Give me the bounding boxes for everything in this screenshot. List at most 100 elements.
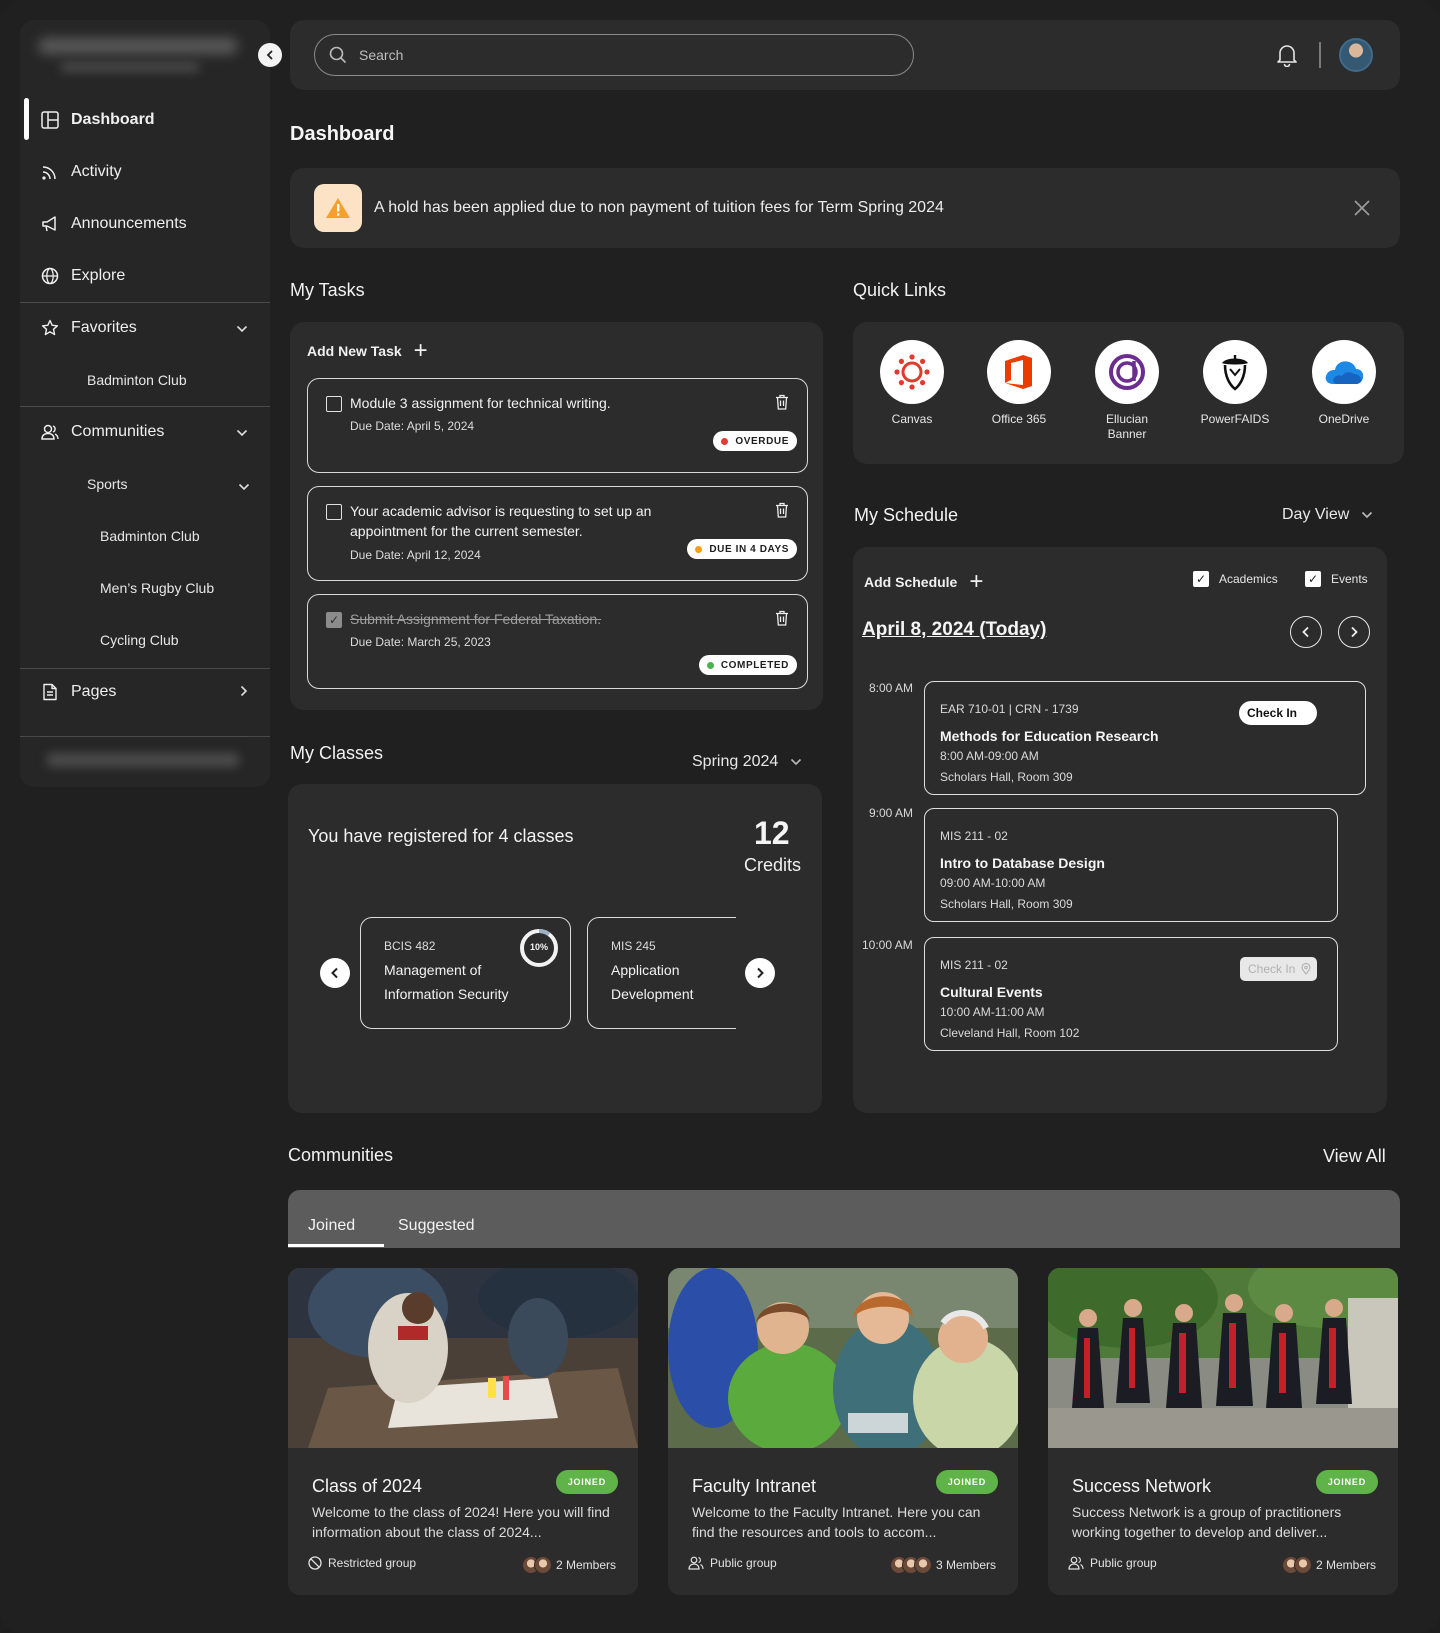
communities-group-sports[interactable]: Sports: [87, 476, 127, 492]
nav-label: Explore: [71, 267, 126, 284]
plus-icon: +: [413, 337, 428, 364]
alert-message: A hold has been applied due to non payme…: [374, 199, 944, 216]
nav-label: Favorites: [71, 319, 137, 336]
community-mens-rugby-club[interactable]: Men’s Rugby Club: [100, 580, 214, 596]
tasks-title: My Tasks: [290, 280, 365, 300]
nav-communities[interactable]: Communities: [20, 410, 270, 454]
check-in-button-disabled: Check In: [1240, 957, 1317, 981]
community-card[interactable]: Success Network JOINED Success Network i…: [1048, 1268, 1398, 1595]
close-alert-icon[interactable]: [1353, 197, 1371, 223]
trash-icon[interactable]: [775, 502, 789, 518]
community-description: Success Network is a group of practition…: [1072, 1504, 1342, 1540]
joined-badge: JOINED: [935, 1470, 998, 1494]
brand-logo: [38, 38, 238, 54]
trash-icon[interactable]: [775, 610, 789, 626]
class-card[interactable]: BCIS 482 Management of Information Secur…: [360, 917, 571, 1029]
quick-link-powerfaids[interactable]: PowerFAIDS: [1195, 340, 1275, 427]
member-avatars: [889, 1556, 932, 1574]
favorite-badminton-club[interactable]: Badminton Club: [87, 372, 187, 388]
user-avatar[interactable]: [1339, 38, 1373, 72]
community-card[interactable]: Faculty Intranet JOINED Welcome to the F…: [668, 1268, 1018, 1595]
schedule-event[interactable]: MIS 211 - 02 Cultural Events 10:00 AM-11…: [924, 937, 1338, 1051]
quick-link-canvas[interactable]: Canvas: [872, 340, 952, 427]
tab-suggested[interactable]: Suggested: [398, 1217, 475, 1235]
schedule-view-dropdown[interactable]: Day View: [1282, 506, 1373, 524]
avatar: [533, 1556, 552, 1574]
term-dropdown[interactable]: Spring 2024: [692, 753, 802, 771]
classes-next-button[interactable]: [745, 958, 775, 988]
notification-bell-icon[interactable]: [1276, 43, 1298, 72]
joined-badge: JOINED: [1315, 1470, 1378, 1494]
nav-dashboard[interactable]: Dashboard: [20, 98, 270, 142]
view-all-link[interactable]: View All: [1323, 1146, 1386, 1167]
add-task-button[interactable]: Add New Task +: [307, 339, 428, 363]
members-label: 2 Members: [1315, 1558, 1376, 1572]
task-checkbox[interactable]: [326, 396, 342, 412]
nav-label: Activity: [71, 163, 122, 180]
class-name: Management of Information Security: [384, 962, 509, 1002]
prev-day-button[interactable]: [1290, 616, 1322, 648]
chevron-down-icon[interactable]: [238, 478, 250, 496]
time-label: 10:00 AM: [862, 938, 913, 952]
progress-label: 10%: [529, 942, 548, 952]
chevron-right-icon: [1351, 626, 1358, 638]
globe-icon: [40, 266, 60, 286]
trash-icon[interactable]: [775, 394, 789, 410]
quick-link-onedrive[interactable]: OneDrive: [1304, 340, 1384, 427]
community-image: [288, 1268, 638, 1448]
chevron-down-icon: [1361, 508, 1373, 522]
filter-label: Events: [1331, 572, 1368, 586]
member-count: 2 Members: [521, 1556, 616, 1574]
divider: [20, 406, 270, 407]
nav-pages[interactable]: Pages: [20, 670, 270, 714]
member-count: 3 Members: [889, 1556, 996, 1574]
restricted-icon: [308, 1556, 322, 1570]
warning-icon: [314, 184, 362, 232]
filter-academics[interactable]: ✓ Academics: [1193, 571, 1278, 587]
event-time: 8:00 AM-09:00 AM: [940, 749, 1039, 763]
chevron-left-icon: [266, 50, 273, 60]
chevron-down-icon: [236, 320, 248, 336]
schedule-date[interactable]: April 8, 2024 (Today): [862, 619, 1046, 641]
group-type: Public group: [688, 1556, 777, 1570]
filter-events[interactable]: ✓ Events: [1305, 571, 1368, 587]
nav-explore[interactable]: Explore: [20, 254, 270, 298]
nav-announcements[interactable]: Announcements: [20, 202, 270, 246]
schedule-event[interactable]: EAR 710-01 | CRN - 1739 Methods for Educ…: [924, 681, 1366, 795]
quick-link-office-365[interactable]: Office 365: [979, 340, 1059, 427]
schedule-event[interactable]: MIS 211 - 02 Intro to Database Design 09…: [924, 808, 1338, 922]
office-icon: [987, 340, 1051, 404]
event-title: Cultural Events: [940, 984, 1043, 1000]
divider: [1319, 42, 1321, 68]
time-label: 8:00 AM: [869, 681, 914, 695]
class-card[interactable]: MIS 245 Application Development: [587, 917, 736, 1029]
quick-link-label: OneDrive: [1318, 412, 1370, 426]
dashboard-icon: [40, 110, 60, 130]
class-code: MIS 245: [611, 939, 656, 953]
rss-icon: [40, 162, 60, 182]
event-code: MIS 211 - 02: [940, 958, 1008, 972]
event-location: Scholars Hall, Room 309: [940, 770, 1073, 784]
community-cycling-club[interactable]: Cycling Club: [100, 632, 179, 648]
nav-activity[interactable]: Activity: [20, 150, 270, 194]
task-checkbox[interactable]: [326, 504, 342, 520]
checkbox-checked-icon: ✓: [1305, 571, 1321, 587]
community-description: Welcome to the Faculty Intranet. Here yo…: [692, 1504, 981, 1540]
collapse-sidebar-button[interactable]: [258, 43, 282, 67]
community-title: Success Network: [1072, 1476, 1212, 1496]
tab-joined[interactable]: Joined: [308, 1217, 355, 1235]
community-card[interactable]: Class of 2024 JOINED Welcome to the clas…: [288, 1268, 638, 1595]
task-checkbox-checked[interactable]: ✓: [326, 612, 342, 628]
chevron-left-icon: [331, 967, 338, 979]
add-schedule-button[interactable]: Add Schedule +: [864, 570, 983, 594]
search-input[interactable]: Search: [314, 34, 914, 76]
check-in-button[interactable]: Check In: [1239, 701, 1317, 725]
quick-link-ellucian-banner[interactable]: Ellucian Banner: [1087, 340, 1167, 442]
community-badminton-club[interactable]: Badminton Club: [100, 528, 200, 544]
nav-favorites[interactable]: Favorites: [20, 306, 270, 350]
next-day-button[interactable]: [1338, 616, 1370, 648]
task-title: Module 3 assignment for technical writin…: [350, 395, 611, 411]
classes-prev-button[interactable]: [320, 958, 350, 988]
task-card: Your academic advisor is requesting to s…: [307, 486, 808, 581]
status-label: OVERDUE: [735, 435, 789, 447]
